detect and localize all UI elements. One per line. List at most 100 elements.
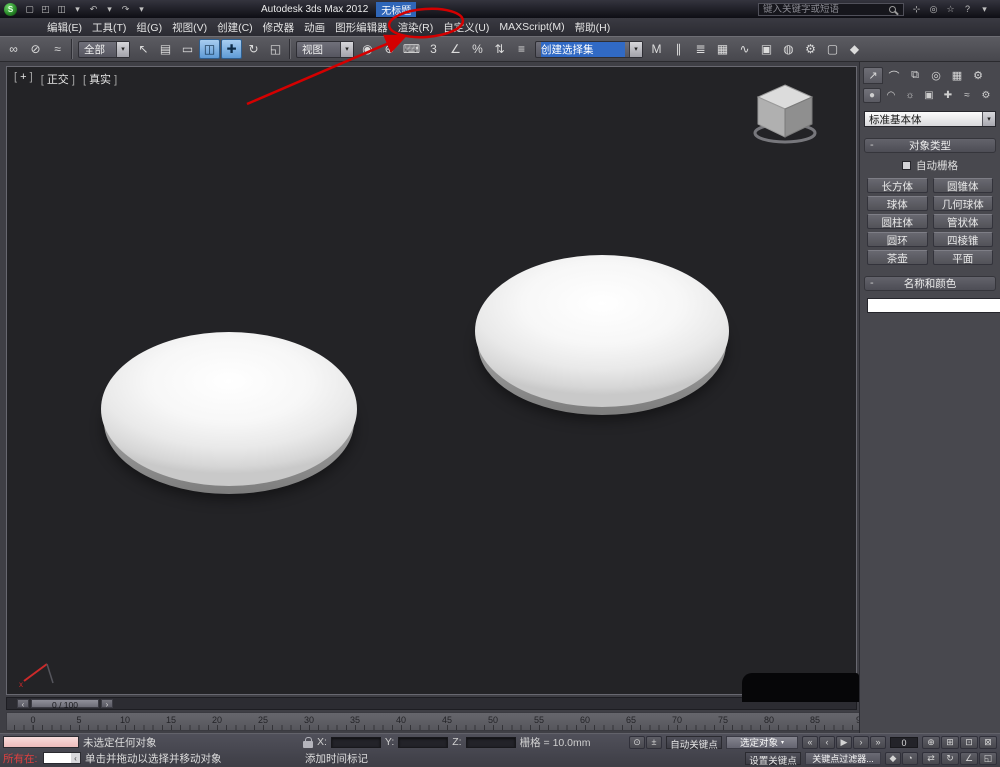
x-coordinate-field[interactable] xyxy=(331,737,381,748)
field-of-view-icon[interactable]: ∠ xyxy=(960,752,978,765)
menu-item-tools[interactable]: 工具(T) xyxy=(87,19,131,36)
menu-item-views[interactable]: 视图(V) xyxy=(167,19,212,36)
mini-listener-field[interactable]: ‹ xyxy=(43,752,81,764)
keyboard-override-icon[interactable]: ⌨ xyxy=(401,39,422,59)
search-icon[interactable] xyxy=(889,6,896,13)
objtype-box-button[interactable]: 长方体 xyxy=(867,178,928,193)
graphite-ribbon-icon[interactable]: ▦ xyxy=(712,39,733,59)
spinner-snap-icon[interactable]: ⇅ xyxy=(489,39,510,59)
track-bar[interactable]: 0510152025303540455055606570758085909510… xyxy=(6,712,956,731)
selection-filter-dropdown[interactable]: 全部 ▾ xyxy=(78,41,130,58)
go-to-end-icon[interactable]: » xyxy=(870,736,886,749)
maximize-viewport-icon[interactable]: ◱ xyxy=(979,752,997,765)
rollout-object-type[interactable]: - 对象类型 xyxy=(864,138,996,153)
snap-toggle-3d-icon[interactable]: 3 xyxy=(423,39,444,59)
objtype-pyramid-button[interactable]: 四棱锥 xyxy=(933,232,994,247)
listener-scroll-icon[interactable]: ‹ xyxy=(71,753,80,763)
percent-snap-icon[interactable]: % xyxy=(467,39,488,59)
zoom-extents-icon[interactable]: ⊡ xyxy=(960,736,978,749)
zoom-icon[interactable]: ⊕ xyxy=(922,736,940,749)
sign-in-icon[interactable]: ⊹ xyxy=(909,2,924,16)
objtype-torus-button[interactable]: 圆环 xyxy=(867,232,928,247)
app-logo-icon[interactable]: S xyxy=(4,3,17,16)
viewcube[interactable] xyxy=(750,83,820,145)
mirror-icon[interactable]: M xyxy=(646,39,667,59)
set-keys-icon[interactable]: ◆ xyxy=(885,752,901,765)
save-file-icon[interactable]: ◫ xyxy=(54,2,69,16)
tab-modify-icon[interactable]: ⌒ xyxy=(884,67,904,84)
objtype-teapot-button[interactable]: 茶壶 xyxy=(867,250,928,265)
curve-editor-icon[interactable]: ∿ xyxy=(734,39,755,59)
named-selection-sets-dropdown[interactable]: 创建选择集 ▾ xyxy=(535,41,643,58)
redo-menu-caret-icon[interactable]: ▾ xyxy=(134,2,149,16)
search-input[interactable] xyxy=(758,3,904,16)
dropdown-caret-icon[interactable]: ▾ xyxy=(116,42,129,57)
redo-icon[interactable]: ↷ xyxy=(118,2,133,16)
sphere-object-left[interactable] xyxy=(101,332,357,486)
time-slider-handle[interactable]: 0 / 100 xyxy=(31,699,99,708)
autogrid-checkbox[interactable] xyxy=(902,161,911,170)
tab-hierarchy-icon[interactable]: ⧉ xyxy=(905,67,925,84)
menu-item-rendering[interactable]: 渲染(R) xyxy=(393,19,439,36)
angle-snap-icon[interactable]: ∠ xyxy=(445,39,466,59)
window-crossing-icon[interactable]: ◫ xyxy=(199,39,220,59)
align-icon[interactable]: ∥ xyxy=(668,39,689,59)
reference-coordinate-dropdown[interactable]: 视图 ▾ xyxy=(296,41,354,58)
absolute-offset-toggle-icon[interactable]: ± xyxy=(646,736,662,749)
help-menu-caret-icon[interactable]: ▾ xyxy=(977,2,992,16)
use-pivot-point-icon[interactable]: ◉ xyxy=(357,39,378,59)
sphere-object-right[interactable] xyxy=(475,255,729,407)
viewport-menu-shading[interactable]: 真实 xyxy=(83,71,117,87)
communication-center-icon[interactable]: ◎ xyxy=(926,2,941,16)
objtype-plane-button[interactable]: 平面 xyxy=(933,250,994,265)
viewport-menu-pov[interactable]: 正交 xyxy=(41,71,75,87)
objtype-geosphere-button[interactable]: 几何球体 xyxy=(933,196,994,211)
isolate-selection-icon[interactable]: ⊙ xyxy=(629,736,645,749)
tab-display-icon[interactable]: ▦ xyxy=(947,67,967,84)
current-frame-field[interactable]: 0 xyxy=(890,737,918,748)
menu-item-help[interactable]: 帮助(H) xyxy=(570,19,616,36)
object-name-input[interactable] xyxy=(867,298,1000,313)
edit-named-selections-icon[interactable]: ≡ xyxy=(511,39,532,59)
time-forward-icon[interactable]: › xyxy=(101,699,113,708)
objtype-cone-button[interactable]: 圆锥体 xyxy=(933,178,994,193)
select-and-link-icon[interactable]: ∞ xyxy=(3,39,24,59)
zoom-region-icon[interactable]: ⊠ xyxy=(979,736,997,749)
pan-view-icon[interactable]: ⇄ xyxy=(922,752,940,765)
z-coordinate-field[interactable] xyxy=(466,737,516,748)
macro-recorder-field[interactable] xyxy=(3,736,79,748)
key-filters-button[interactable]: 关键点过滤器... xyxy=(805,752,881,765)
menu-item-group[interactable]: 组(G) xyxy=(131,19,167,36)
dropdown-caret-icon[interactable]: ▾ xyxy=(629,42,642,57)
category-spacewarps-icon[interactable]: ≈ xyxy=(958,88,976,103)
add-time-tag[interactable]: 添加时间标记 xyxy=(305,751,368,766)
category-geometry-icon[interactable]: ● xyxy=(863,88,881,103)
tab-create-icon[interactable]: ↗ xyxy=(863,67,883,84)
previous-frame-icon[interactable]: ‹ xyxy=(819,736,835,749)
rendered-frame-icon[interactable]: ▢ xyxy=(822,39,843,59)
menu-item-edit[interactable]: 编辑(E) xyxy=(42,19,87,36)
select-object-icon[interactable]: ↖ xyxy=(133,39,154,59)
objtype-tube-button[interactable]: 管状体 xyxy=(933,214,994,229)
help-icon[interactable]: ? xyxy=(960,2,975,16)
menu-item-modifiers[interactable]: 修改器 xyxy=(258,19,300,36)
menu-item-customize[interactable]: 自定义(U) xyxy=(438,19,494,36)
go-to-start-icon[interactable]: « xyxy=(802,736,818,749)
next-frame-icon[interactable]: › xyxy=(853,736,869,749)
dropdown-caret-icon[interactable]: ▾ xyxy=(781,739,784,746)
play-animation-icon[interactable]: ▶ xyxy=(836,736,852,749)
menu-item-graph-editors[interactable]: 图形编辑器 xyxy=(330,19,393,36)
time-back-icon[interactable]: ‹ xyxy=(17,699,29,708)
category-shapes-icon[interactable]: ◠ xyxy=(882,88,900,103)
tab-utilities-icon[interactable]: ⚙ xyxy=(968,67,988,84)
select-and-rotate-icon[interactable]: ↻ xyxy=(243,39,264,59)
dropdown-caret-icon[interactable]: ▾ xyxy=(982,112,995,126)
menu-item-maxscript[interactable]: MAXScript(M) xyxy=(494,20,569,34)
menu-item-create[interactable]: 创建(C) xyxy=(212,19,258,36)
bind-to-space-warp-icon[interactable]: ≈ xyxy=(47,39,68,59)
y-coordinate-field[interactable] xyxy=(398,737,448,748)
selected-filter-dropdown[interactable]: 选定对象 ▾ xyxy=(726,736,798,749)
undo-icon[interactable]: ↶ xyxy=(86,2,101,16)
category-dropdown[interactable]: 标准基本体 ▾ xyxy=(864,111,996,127)
select-and-move-icon[interactable]: ✚ xyxy=(221,39,242,59)
